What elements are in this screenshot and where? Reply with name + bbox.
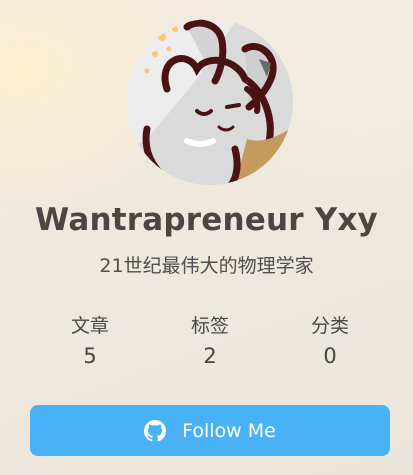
profile-card: Wantrapreneur Yxy 21世纪最伟大的物理学家 文章 5 标签 2… [0, 0, 413, 475]
follow-me-label: Follow Me [182, 419, 276, 442]
stat-value: 5 [83, 344, 97, 368]
stat-tags[interactable]: 标签 2 [150, 312, 270, 372]
stat-label: 标签 [190, 315, 229, 337]
github-icon [144, 419, 167, 442]
stat-label: 分类 [310, 315, 349, 337]
stat-label: 文章 [70, 315, 109, 337]
stat-categories[interactable]: 分类 0 [270, 312, 390, 372]
profile-name: Wantrapreneur Yxy [35, 202, 378, 238]
stat-value: 2 [203, 344, 217, 368]
follow-me-button[interactable]: Follow Me [30, 405, 390, 456]
avatar[interactable] [127, 19, 293, 185]
stat-articles[interactable]: 文章 5 [30, 312, 150, 372]
stat-value: 0 [323, 344, 337, 368]
profile-bio: 21世纪最伟大的物理学家 [99, 255, 314, 277]
avatar-illustration [127, 19, 293, 185]
stats-row: 文章 5 标签 2 分类 0 [30, 312, 390, 372]
